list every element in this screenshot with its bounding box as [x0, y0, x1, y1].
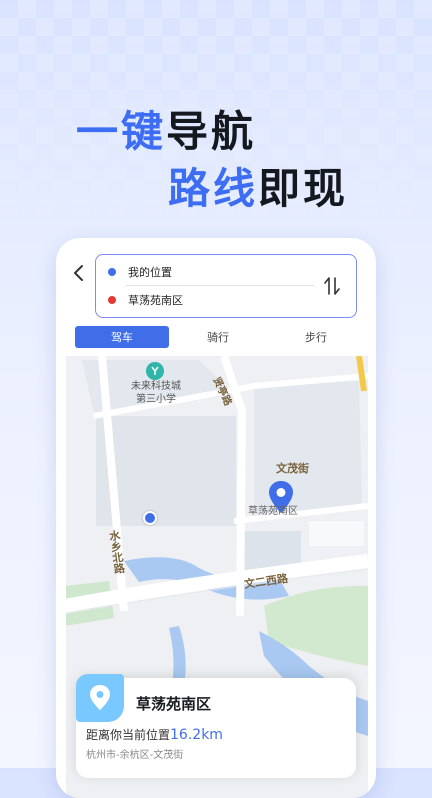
back-arrow-icon[interactable]	[70, 264, 88, 282]
tab-bike[interactable]: 骑行	[169, 326, 267, 348]
location-pin-icon	[76, 674, 124, 722]
card-distance: 距离你当前位置16.2km	[86, 727, 223, 743]
tab-drive[interactable]: 驾车	[75, 326, 169, 348]
headline-line1: 一键导航	[76, 107, 257, 156]
school-icon[interactable]	[146, 362, 164, 380]
travel-mode-tabs: 驾车 骑行 步行	[75, 326, 365, 348]
start-location-text: 我的位置	[128, 266, 172, 279]
destination-map-label: 草荡苑南区	[248, 506, 298, 517]
poi-school-label: 未来科技城 第三小学	[131, 381, 181, 405]
road-label-wenmao: 文茂街	[276, 462, 309, 475]
route-divider	[126, 285, 314, 286]
route-input-box: 我的位置 草荡苑南区	[95, 254, 357, 318]
card-title: 草荡苑南区	[136, 695, 212, 713]
swap-icon[interactable]	[322, 275, 342, 297]
my-location-icon	[143, 511, 157, 525]
destination-card[interactable]: 草荡苑南区 距离你当前位置16.2km 杭州市-余杭区-文茂街	[76, 674, 356, 778]
phone-frame: 我的位置 草荡苑南区 驾车 骑行 步行 未来科技城 第三小学 贤亭路 文茂街 水…	[56, 238, 376, 798]
start-dot-icon	[108, 268, 116, 276]
end-dot-icon	[108, 296, 116, 304]
distance-value: 16.2km	[170, 727, 223, 743]
end-location-field[interactable]: 草荡苑南区	[108, 288, 183, 312]
end-location-text: 草荡苑南区	[128, 294, 183, 307]
card-address: 杭州市-余杭区-文茂街	[86, 750, 184, 761]
start-location-field[interactable]: 我的位置	[108, 260, 172, 284]
tab-walk[interactable]: 步行	[267, 326, 365, 348]
headline-line2: 路线即现	[168, 164, 349, 213]
